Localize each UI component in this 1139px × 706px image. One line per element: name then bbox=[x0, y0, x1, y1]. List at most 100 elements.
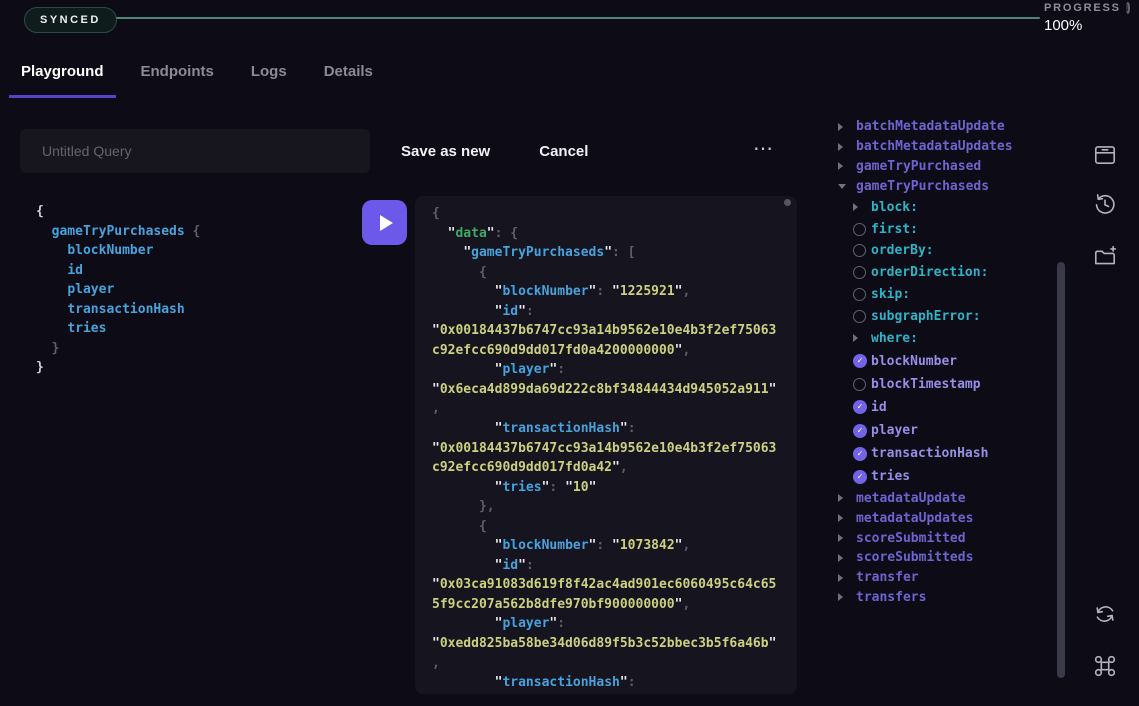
more-options-button[interactable]: ⋯ bbox=[753, 136, 775, 161]
code-line: transactionHash bbox=[36, 300, 200, 320]
tab-details[interactable]: Details bbox=[312, 63, 385, 98]
tab-endpoints[interactable]: Endpoints bbox=[129, 63, 226, 98]
circle-icon[interactable] bbox=[853, 288, 867, 301]
tab-playground[interactable]: Playground bbox=[9, 63, 116, 98]
circle-icon[interactable] bbox=[853, 266, 867, 279]
explorer-item-metadataUpdate[interactable]: metadataUpdate bbox=[838, 489, 1054, 509]
explorer-item-label: batchMetadataUpdate bbox=[856, 119, 1005, 134]
panel-dot bbox=[784, 199, 791, 206]
new-collection-button[interactable] bbox=[1091, 243, 1119, 271]
code-line: tries bbox=[36, 319, 200, 339]
explorer-item-gameTryPurchased[interactable]: gameTryPurchased bbox=[838, 157, 1054, 177]
explorer-item-where[interactable]: where: bbox=[838, 328, 1054, 350]
run-query-button[interactable] bbox=[362, 200, 407, 245]
circle-icon[interactable] bbox=[853, 310, 867, 323]
explorer-item-label: transactionHash bbox=[871, 446, 988, 461]
code-line: blockNumber bbox=[36, 241, 200, 261]
query-history-button[interactable] bbox=[1091, 190, 1119, 218]
explorer-item-blockTimestamp[interactable]: blockTimestamp bbox=[838, 373, 1054, 396]
explorer-item-gameTryPurchaseds[interactable]: gameTryPurchaseds bbox=[838, 176, 1054, 196]
explorer-item-label: scoreSubmitted bbox=[856, 531, 966, 546]
explorer-item-first[interactable]: first: bbox=[838, 218, 1054, 240]
keyboard-shortcuts-button[interactable] bbox=[1091, 652, 1119, 680]
check-icon[interactable] bbox=[853, 447, 867, 461]
check-icon[interactable] bbox=[853, 424, 867, 438]
explorer-item-batchMetadataUpdates[interactable]: batchMetadataUpdates bbox=[838, 137, 1054, 157]
code-line: id bbox=[36, 261, 200, 281]
explorer-item-label: blockTimestamp bbox=[871, 377, 981, 392]
code-line: player bbox=[36, 280, 200, 300]
explorer-item-scoreSubmitted[interactable]: scoreSubmitted bbox=[838, 528, 1054, 548]
response-panel: { "data": { "gameTryPurchaseds": [ { "bl… bbox=[415, 196, 797, 694]
check-icon[interactable] bbox=[853, 400, 867, 414]
code-line: "transactionHash": bbox=[432, 419, 797, 439]
explorer-item-player[interactable]: player bbox=[838, 419, 1054, 442]
check-icon[interactable] bbox=[853, 354, 867, 368]
save-as-new-button[interactable]: Save as new bbox=[401, 143, 490, 160]
query-actions: Save as new Cancel bbox=[401, 143, 588, 160]
explorer-item-subgraphError[interactable]: subgraphError: bbox=[838, 306, 1054, 328]
code-line: "0x03ca91083d619f8f42ac4ad901ec6060495c6… bbox=[432, 575, 797, 595]
explorer-item-label: metadataUpdate bbox=[856, 491, 966, 506]
query-name-input[interactable] bbox=[20, 129, 370, 173]
refresh-button[interactable] bbox=[1091, 600, 1119, 628]
code-line: { bbox=[432, 263, 797, 283]
explorer-item-label: skip: bbox=[871, 287, 910, 302]
progress-value: 100% bbox=[1044, 17, 1130, 34]
code-line: "transactionHash": bbox=[432, 673, 797, 693]
circle-icon[interactable] bbox=[853, 244, 867, 257]
code-line: "player": bbox=[432, 360, 797, 380]
circle-icon[interactable] bbox=[853, 223, 867, 236]
explorer-item-label: gameTryPurchaseds bbox=[856, 179, 989, 194]
code-line: 5f9cc207a562b8dfe970bf900000000", bbox=[432, 595, 797, 615]
caret-right-icon bbox=[838, 143, 852, 151]
explorer-item-id[interactable]: id bbox=[838, 396, 1054, 419]
cancel-button[interactable]: Cancel bbox=[539, 143, 588, 160]
code-line: c92efcc690d9dd017fd0a42", bbox=[432, 458, 797, 478]
caret-right-icon bbox=[838, 554, 852, 562]
explorer-item-batchMetadataUpdate[interactable]: batchMetadataUpdate bbox=[838, 117, 1054, 137]
code-line: { bbox=[432, 517, 797, 537]
explorer-item-scoreSubmitteds[interactable]: scoreSubmitteds bbox=[838, 548, 1054, 568]
explorer-item-label: id bbox=[871, 400, 887, 415]
circle-icon[interactable] bbox=[853, 378, 867, 391]
info-icon[interactable]: i bbox=[1126, 2, 1130, 14]
code-line: "blockNumber": "1225921", bbox=[432, 282, 797, 302]
explorer-item-label: metadataUpdates bbox=[856, 511, 973, 526]
explorer-item-label: block: bbox=[871, 200, 918, 215]
explorer-item-tries[interactable]: tries bbox=[838, 465, 1054, 488]
code-line: "id": bbox=[432, 556, 797, 576]
query-editor[interactable]: { gameTryPurchaseds { blockNumber id pla… bbox=[36, 202, 200, 378]
explorer-item-metadataUpdates[interactable]: metadataUpdates bbox=[838, 508, 1054, 528]
check-icon[interactable] bbox=[853, 470, 867, 484]
code-line: gameTryPurchaseds { bbox=[36, 222, 200, 242]
code-line: "0x6eca4d899da69d222c8bf34844434d945052a… bbox=[432, 380, 797, 400]
caret-right-icon bbox=[838, 534, 852, 542]
code-line: { bbox=[36, 202, 200, 222]
code-line: "gameTryPurchaseds": [ bbox=[432, 243, 797, 263]
caret-right-icon bbox=[838, 574, 852, 582]
explorer-item-label: orderBy: bbox=[871, 243, 934, 258]
explorer-item-skip[interactable]: skip: bbox=[838, 284, 1054, 306]
saved-queries-icon bbox=[1092, 142, 1118, 168]
tab-logs[interactable]: Logs bbox=[239, 63, 299, 98]
explorer-item-orderBy[interactable]: orderBy: bbox=[838, 240, 1054, 262]
caret-right-icon bbox=[838, 494, 852, 502]
explorer-item-transactionHash[interactable]: transactionHash bbox=[838, 442, 1054, 465]
synced-status-badge: SYNCED bbox=[24, 7, 117, 33]
code-line: { bbox=[432, 204, 797, 224]
caret-down-icon bbox=[838, 184, 852, 189]
progress-label-text: PROGRESS bbox=[1044, 2, 1121, 14]
explorer-item-transfer[interactable]: transfer bbox=[838, 568, 1054, 588]
code-line: "tries": "10" bbox=[432, 478, 797, 498]
explorer-item-orderDirection[interactable]: orderDirection: bbox=[838, 262, 1054, 284]
explorer-item-label: where: bbox=[871, 331, 918, 346]
explorer-item-transfers[interactable]: transfers bbox=[838, 588, 1054, 608]
explorer-scrollbar[interactable] bbox=[1057, 262, 1065, 678]
explorer-item-label: transfers bbox=[856, 590, 926, 605]
schema-explorer: batchMetadataUpdatebatchMetadataUpdatesg… bbox=[838, 117, 1054, 607]
saved-queries-button[interactable] bbox=[1091, 141, 1119, 169]
code-line: "0x00184437b6747cc93a14b9562e10e4b3f2ef7… bbox=[432, 321, 797, 341]
explorer-item-block[interactable]: block: bbox=[838, 196, 1054, 218]
explorer-item-blockNumber[interactable]: blockNumber bbox=[838, 349, 1054, 372]
